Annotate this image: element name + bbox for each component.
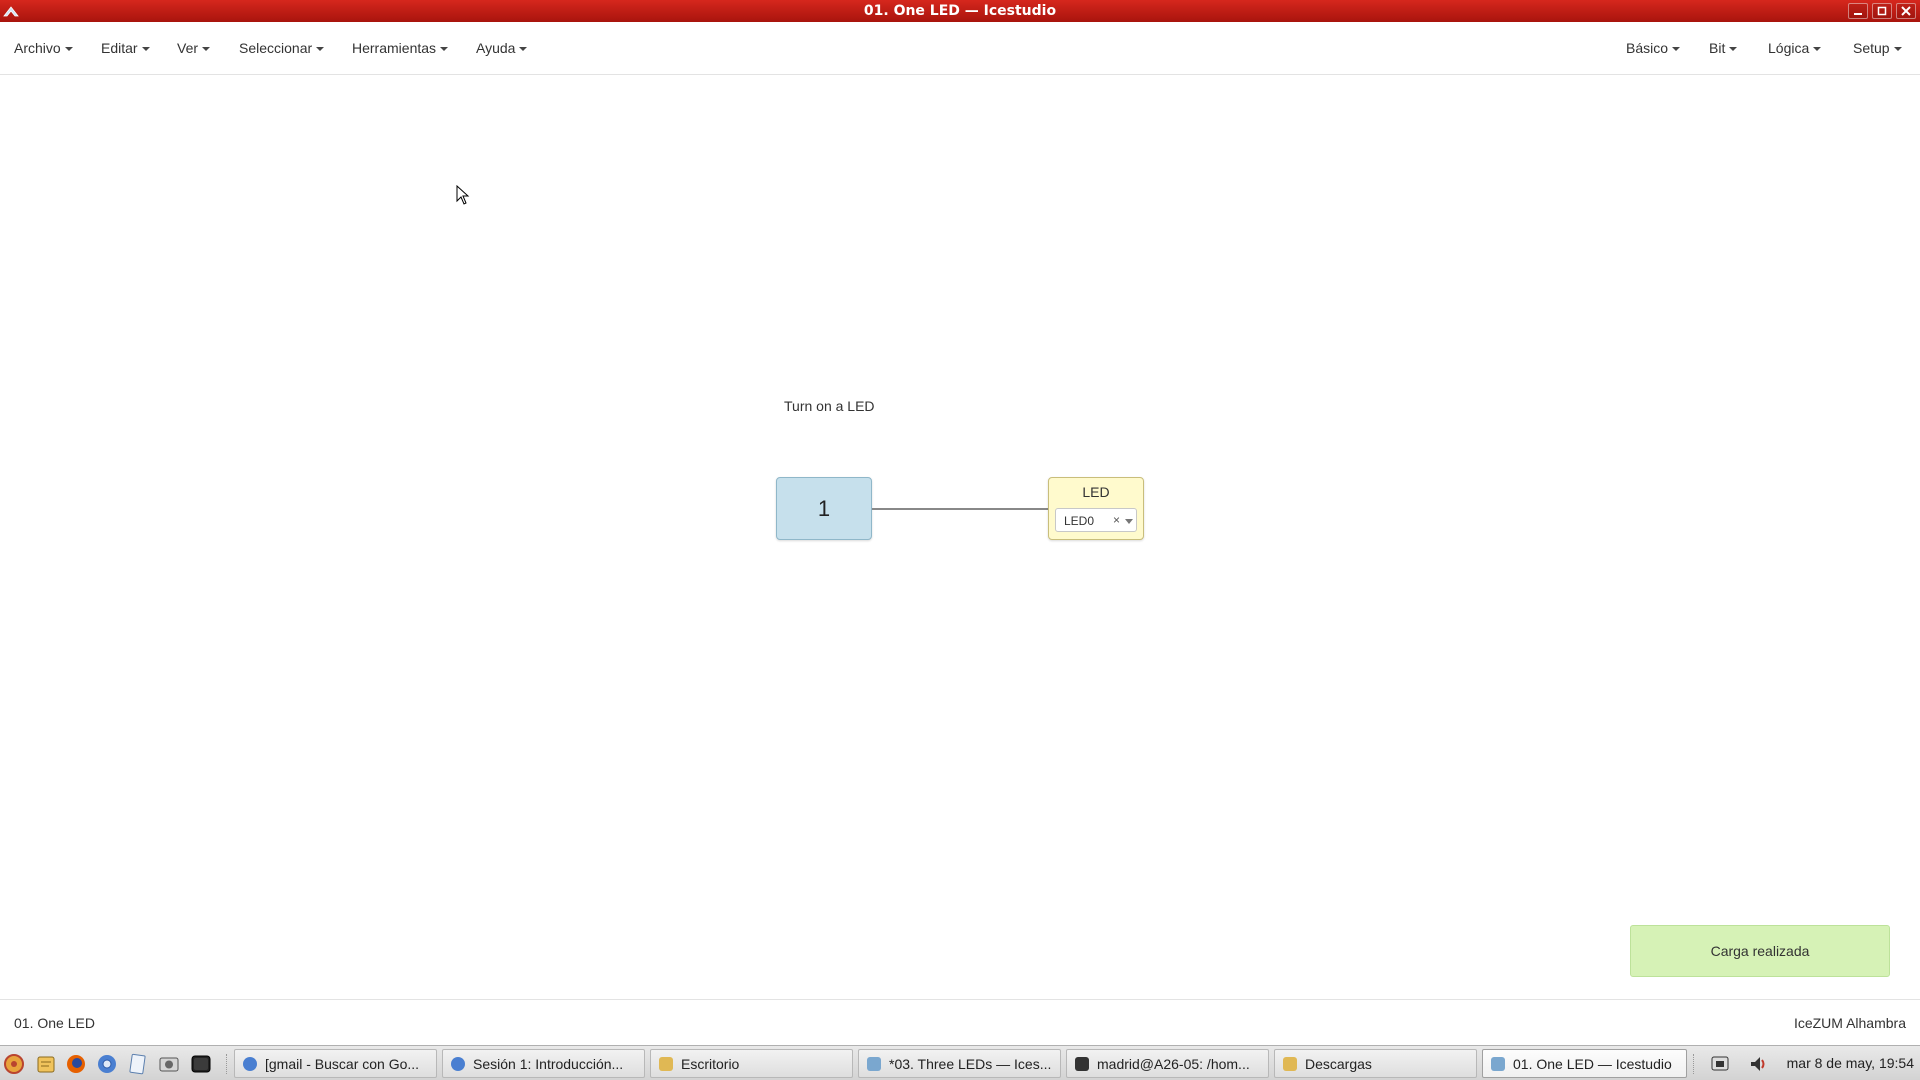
led-output-block[interactable]: LED LED0 × — [1048, 477, 1144, 540]
task-label: Descargas — [1305, 1055, 1372, 1072]
system-taskbar: [gmail - Buscar con Go... Sesión 1: Intr… — [0, 1045, 1920, 1080]
task-one-led[interactable]: 01. One LED — Icestudio — [1482, 1049, 1687, 1078]
task-sesion[interactable]: Sesión 1: Introducción... — [442, 1049, 645, 1078]
menu-ayuda[interactable]: Ayuda — [476, 40, 528, 56]
status-footer: 01. One LED IceZUM Alhambra — [0, 999, 1920, 1045]
maximize-button[interactable] — [1872, 3, 1892, 19]
constant-block[interactable]: 1 — [776, 477, 872, 540]
caret-down-icon — [1813, 46, 1822, 51]
window-titlebar[interactable]: 01. One LED — Icestudio — [0, 0, 1920, 22]
menu-label: Seleccionar — [239, 40, 313, 56]
board-selector[interactable]: IceZUM Alhambra — [1794, 1015, 1906, 1031]
menu-editar[interactable]: Editar — [101, 40, 150, 56]
caret-down-icon — [440, 46, 449, 51]
chromium-icon — [451, 1056, 465, 1071]
project-name: 01. One LED — [14, 1015, 95, 1031]
menu-herramientas[interactable]: Herramientas — [352, 40, 449, 56]
caret-down-icon — [1672, 46, 1681, 51]
maximize-icon — [1877, 6, 1887, 16]
led-pin-value: LED0 — [1064, 514, 1095, 528]
dropdown-arrow-icon[interactable] — [1125, 519, 1133, 524]
caret-down-icon — [1729, 46, 1738, 51]
menu-label: Ver — [177, 40, 199, 56]
led-block-label: LED — [1082, 484, 1110, 500]
icestudio-icon — [1491, 1056, 1505, 1071]
menu-label: Básico — [1626, 40, 1669, 56]
menu-logica[interactable]: Lógica — [1768, 40, 1822, 56]
comment-text[interactable]: Turn on a LED — [784, 398, 875, 414]
menu-label: Editar — [101, 40, 138, 56]
menu-ver[interactable]: Ver — [177, 40, 211, 56]
task-three-leds[interactable]: *03. Three LEDs — Ices... — [858, 1049, 1061, 1078]
window-title: 01. One LED — Icestudio — [863, 3, 1057, 19]
close-button[interactable] — [1896, 3, 1916, 19]
files-icon[interactable] — [34, 1052, 58, 1076]
clear-selection-icon[interactable]: × — [1113, 513, 1120, 527]
led-pin-select[interactable]: LED0 × — [1055, 508, 1137, 532]
menu-label: Bit — [1709, 40, 1726, 56]
menu-label: Herramientas — [352, 40, 437, 56]
menu-label: Ayuda — [476, 40, 516, 56]
terminal-icon — [1075, 1056, 1089, 1071]
minimize-button[interactable] — [1848, 3, 1868, 19]
constant-value: 1 — [817, 495, 831, 521]
caret-down-icon — [316, 46, 325, 51]
mouse-pointer-icon — [456, 185, 470, 205]
menu-basico[interactable]: Básico — [1626, 40, 1681, 56]
chromium-icon[interactable] — [95, 1052, 119, 1076]
toast-message: Carga realizada — [1710, 943, 1810, 959]
system-menu-icon[interactable] — [2, 1052, 26, 1076]
wire[interactable] — [872, 508, 1048, 510]
menu-label: Archivo — [14, 40, 61, 56]
screenshot-icon[interactable] — [157, 1052, 181, 1076]
taskbar-separator — [226, 1054, 228, 1074]
caret-down-icon — [1893, 46, 1902, 51]
caret-down-icon — [519, 46, 528, 51]
design-canvas[interactable] — [0, 75, 1920, 999]
menu-bit[interactable]: Bit — [1709, 40, 1738, 56]
folder-icon — [1283, 1056, 1297, 1071]
firefox-icon[interactable] — [64, 1052, 88, 1076]
task-label: Sesión 1: Introducción... — [473, 1055, 624, 1072]
caret-down-icon — [64, 46, 73, 51]
close-icon — [1901, 6, 1911, 16]
menu-archivo[interactable]: Archivo — [14, 40, 73, 56]
task-label: madrid@A26-05: /hom... — [1097, 1055, 1250, 1072]
menu-label: Lógica — [1768, 40, 1810, 56]
minimize-icon — [1854, 13, 1862, 15]
icestudio-icon — [867, 1056, 881, 1071]
text-editor-icon[interactable] — [125, 1052, 149, 1076]
task-descargas[interactable]: Descargas — [1274, 1049, 1477, 1078]
task-label: [gmail - Buscar con Go... — [265, 1055, 420, 1072]
taskbar-separator — [1693, 1054, 1695, 1074]
volume-tray-icon[interactable] — [1747, 1053, 1769, 1075]
task-label: Escritorio — [681, 1055, 740, 1072]
task-escritorio[interactable]: Escritorio — [650, 1049, 853, 1078]
task-gmail[interactable]: [gmail - Buscar con Go... — [234, 1049, 437, 1078]
task-label: *03. Three LEDs — Ices... — [889, 1055, 1052, 1072]
clock[interactable]: mar 8 de may, 19:54 — [1787, 1055, 1914, 1071]
task-label: 01. One LED — Icestudio — [1513, 1055, 1672, 1072]
folder-icon — [659, 1056, 673, 1071]
chromium-icon — [243, 1056, 257, 1071]
menu-label: Setup — [1853, 40, 1890, 56]
notification-toast[interactable]: Carga realizada — [1630, 925, 1890, 977]
caret-down-icon — [141, 46, 150, 51]
terminal-icon[interactable] — [189, 1052, 213, 1076]
menubar: Archivo Editar Ver Seleccionar Herramien… — [0, 22, 1920, 75]
menu-seleccionar[interactable]: Seleccionar — [239, 40, 325, 56]
caret-down-icon — [202, 46, 211, 51]
network-tray-icon[interactable] — [1709, 1053, 1731, 1075]
menu-setup[interactable]: Setup — [1853, 40, 1902, 56]
task-terminal[interactable]: madrid@A26-05: /hom... — [1066, 1049, 1269, 1078]
